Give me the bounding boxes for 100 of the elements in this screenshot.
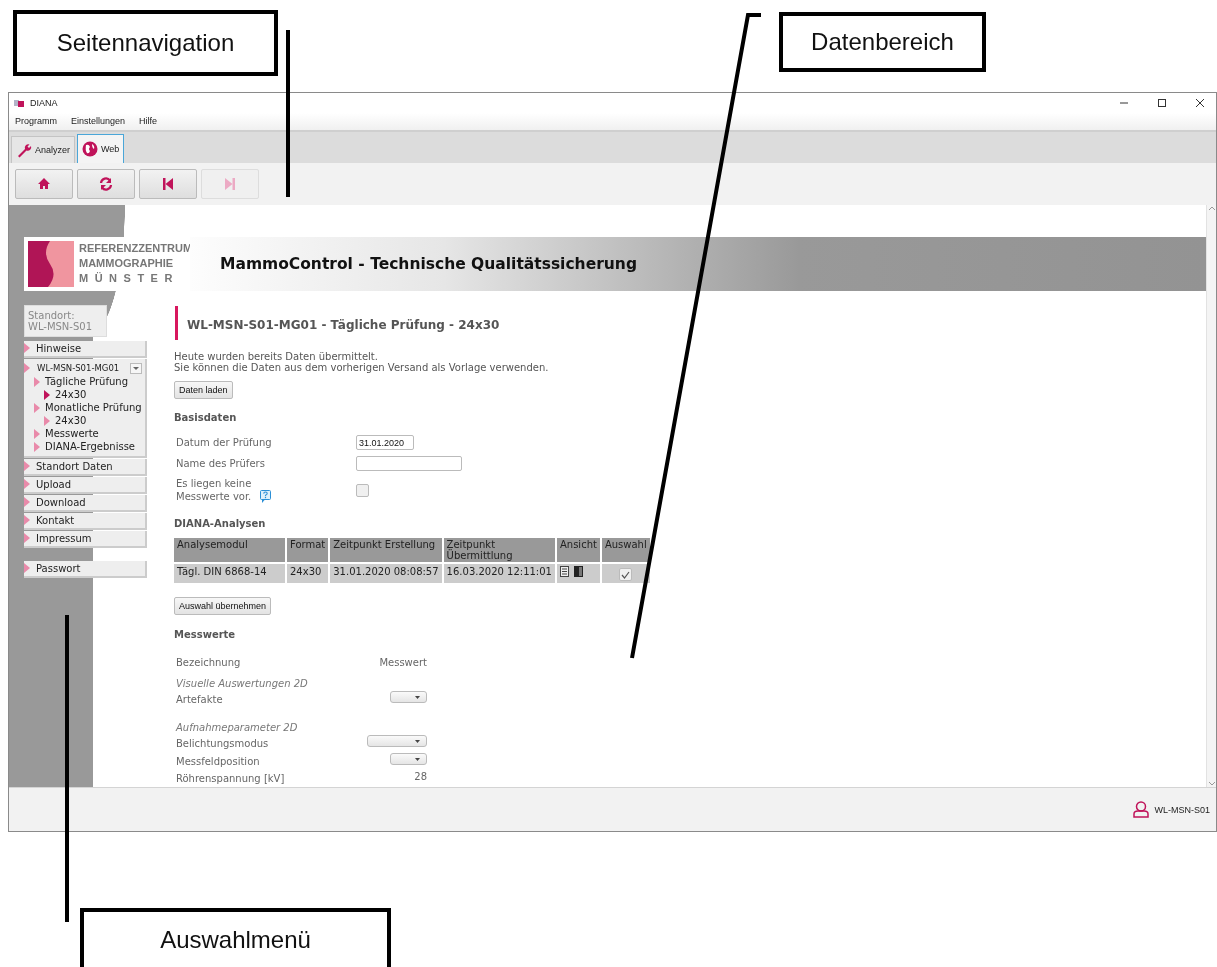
column-header: Zeitpunkt Übermittlung bbox=[443, 538, 555, 563]
field-label: Es liegen keine Messwerte vor. bbox=[176, 477, 253, 504]
caret-icon bbox=[415, 739, 420, 743]
measured-value: 28 bbox=[413, 771, 427, 785]
notice-text: Sie können die Daten aus dem vorherigen Versand als Vorlage verwenden. bbox=[174, 362, 550, 374]
menu-item[interactable]: DIANA-Ergebnisse bbox=[24, 440, 145, 453]
triangle-icon bbox=[24, 563, 30, 574]
triangle-icon bbox=[34, 402, 40, 413]
triangle-icon bbox=[24, 479, 30, 490]
tab[interactable]: Analyzer bbox=[11, 135, 75, 163]
help-icon[interactable] bbox=[260, 490, 271, 504]
menu-item[interactable]: Download bbox=[24, 494, 147, 512]
row-label: Artefakte bbox=[176, 693, 224, 708]
document-icon[interactable] bbox=[559, 566, 569, 578]
device-select[interactable]: WL-MSN-S01-MG01 bbox=[35, 361, 142, 375]
scroll-down-icon bbox=[1207, 780, 1216, 788]
column-header: Format bbox=[287, 538, 329, 563]
door-icon[interactable] bbox=[573, 566, 583, 578]
triangle-icon bbox=[24, 515, 30, 526]
menu-item[interactable]: Programm bbox=[13, 116, 59, 127]
triangle-icon bbox=[44, 415, 50, 426]
table-cell: 16.03.2020 12:11:01 bbox=[443, 564, 555, 584]
callout-label: Seitennavigation bbox=[13, 10, 278, 76]
section-heading: Basisdaten bbox=[174, 412, 238, 424]
group-label: Visuelle Auswertungen 2D bbox=[176, 677, 309, 692]
menu-item[interactable]: Hinweise bbox=[24, 340, 147, 358]
row-label: Belichtungsmodus bbox=[176, 737, 270, 752]
maximize-icon[interactable] bbox=[1156, 98, 1167, 108]
menu-item[interactable]: Standort Daten bbox=[24, 458, 147, 476]
table-cell: Tägl. DIN 6868-14 bbox=[174, 564, 285, 584]
callout-label: Auswahlmenü bbox=[80, 908, 391, 967]
scrollbar[interactable] bbox=[1206, 204, 1216, 788]
section-heading: Messwerte bbox=[174, 629, 237, 641]
dropdown[interactable] bbox=[390, 753, 427, 766]
load-data-button[interactable]: Daten laden bbox=[174, 381, 233, 400]
column-header: Auswahl bbox=[601, 538, 650, 563]
menu-item[interactable]: Messwerte bbox=[24, 427, 145, 440]
home-button[interactable] bbox=[15, 168, 73, 199]
caret-icon bbox=[415, 757, 420, 761]
date-field[interactable]: 31.01.2020 bbox=[356, 435, 414, 451]
menu-item[interactable]: Passwort bbox=[24, 560, 147, 578]
triangle-icon bbox=[24, 533, 30, 544]
menu-item[interactable]: Upload bbox=[24, 476, 147, 494]
menu-item[interactable]: Kontakt bbox=[24, 512, 147, 530]
triangle-icon bbox=[34, 428, 40, 439]
location-label: Standort: bbox=[28, 309, 76, 321]
menu-item[interactable]: Impressum bbox=[24, 530, 147, 548]
page-title: WL-MSN-S01-MG01 - Tägliche Prüfung - 24x30 bbox=[187, 317, 500, 332]
field-label: Name des Prüfers bbox=[176, 457, 266, 471]
column-header: Analysemodul bbox=[174, 538, 285, 563]
refresh-icon bbox=[99, 176, 113, 191]
tab[interactable]: Web bbox=[77, 133, 125, 163]
wrench-icon bbox=[16, 141, 32, 158]
logo-text: REFERENZZENTRUM bbox=[79, 241, 193, 257]
triangle-icon bbox=[44, 389, 50, 400]
menu-item[interactable]: Einstellungen bbox=[69, 116, 128, 127]
column-header: Zeitpunkt Erstellung bbox=[330, 538, 442, 563]
triangle-icon bbox=[24, 343, 30, 354]
triangle-icon bbox=[24, 497, 30, 508]
menu-item[interactable]: Tägliche Prüfung bbox=[24, 375, 145, 388]
checkbox[interactable] bbox=[356, 483, 369, 497]
notice-text: Heute wurden bereits Daten übermittelt. bbox=[174, 351, 379, 363]
menu-item[interactable]: Hilfe bbox=[137, 116, 160, 127]
table-cell: 24x30 bbox=[287, 564, 329, 584]
column-header: Bezeichnung bbox=[176, 657, 242, 669]
dropdown[interactable] bbox=[367, 735, 427, 748]
row-label: Messfeldposition bbox=[176, 755, 261, 770]
menu-item[interactable]: Monatliche Prüfung bbox=[24, 401, 145, 414]
caret-icon bbox=[415, 695, 420, 699]
row-label: Röhrenspannung [kV] bbox=[176, 772, 286, 787]
logo-text: MÜNSTER bbox=[79, 271, 180, 287]
triangle-icon bbox=[24, 461, 30, 472]
dropdown[interactable] bbox=[390, 691, 427, 704]
window-title: DIANA bbox=[30, 98, 58, 108]
checkbox[interactable] bbox=[619, 568, 633, 582]
home-icon bbox=[37, 176, 51, 191]
skip-back-button[interactable] bbox=[139, 168, 197, 199]
callout-label: Datenbereich bbox=[779, 12, 986, 72]
input-field[interactable] bbox=[356, 456, 462, 472]
field-label: Datum der Prüfung bbox=[176, 436, 273, 450]
header-title: MammoControl - Technische Qualitätssicherung bbox=[220, 254, 637, 273]
column-header: Ansicht bbox=[556, 538, 600, 563]
menu-item[interactable]: 24x30 bbox=[24, 388, 145, 401]
triangle-icon bbox=[34, 376, 40, 387]
logo-text: MAMMOGRAPHIE bbox=[79, 256, 175, 272]
close-icon[interactable] bbox=[1194, 98, 1205, 108]
check-icon bbox=[621, 570, 631, 579]
section-heading: DIANA-Analysen bbox=[174, 518, 267, 530]
menu-item[interactable]: 24x30 bbox=[24, 414, 145, 427]
location-value: WL-MSN-S01 bbox=[28, 320, 94, 332]
caret-icon bbox=[133, 366, 139, 370]
group-label: Aufnahmeparameter 2D bbox=[176, 721, 299, 736]
user-icon bbox=[1133, 801, 1150, 818]
triangle-icon bbox=[34, 441, 40, 452]
skip-back-icon bbox=[161, 176, 175, 191]
app-icon bbox=[13, 98, 25, 108]
apply-selection-button[interactable]: Auswahl übernehmen bbox=[174, 597, 272, 616]
globe-icon bbox=[82, 140, 98, 157]
refresh-button[interactable] bbox=[77, 168, 135, 199]
logo-mark-icon bbox=[28, 240, 74, 287]
